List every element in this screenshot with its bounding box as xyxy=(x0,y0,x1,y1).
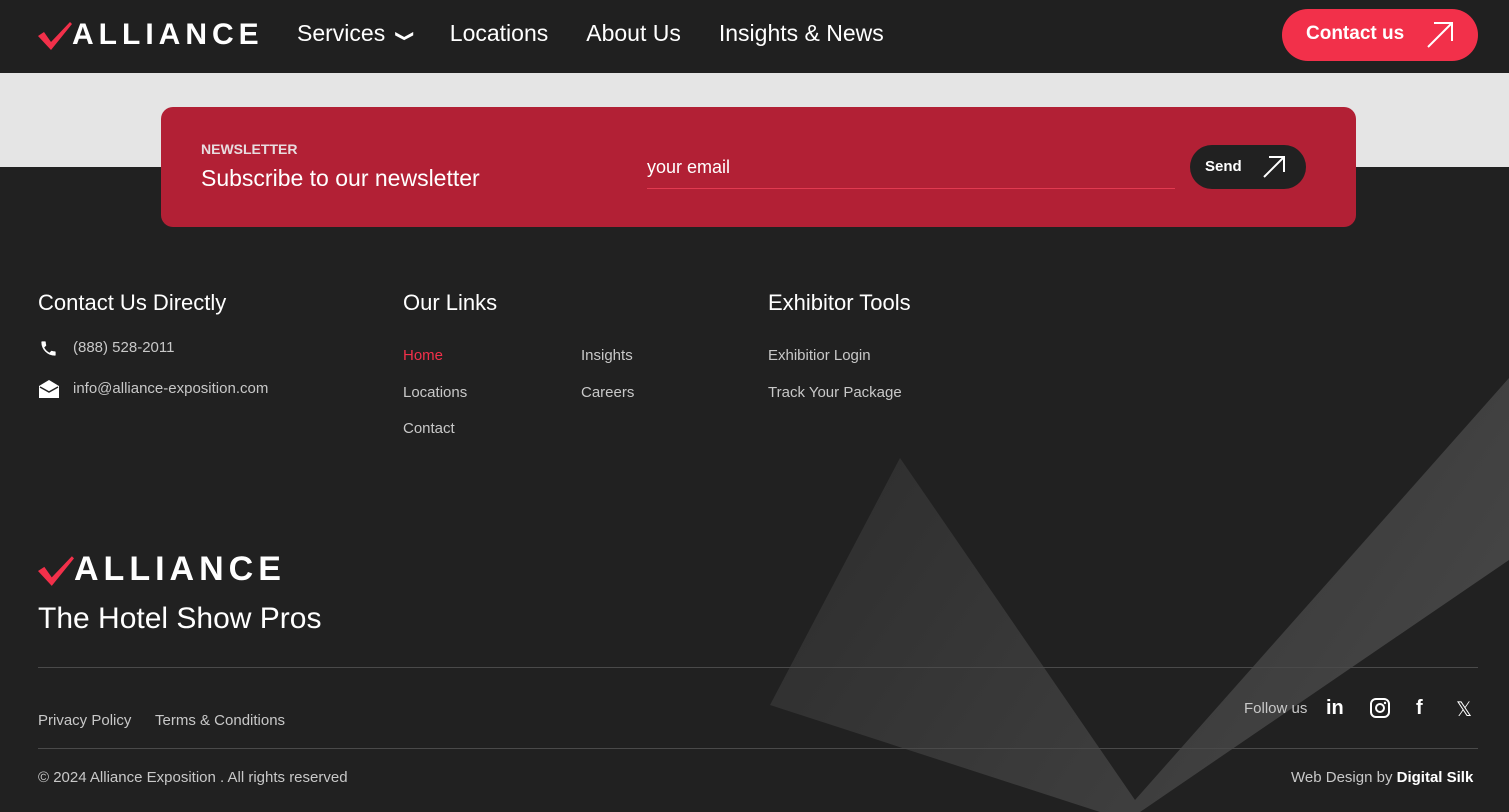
privacy-link[interactable]: Privacy Policy xyxy=(38,712,131,729)
mail-icon xyxy=(39,380,59,398)
logo-text: ALLIANCE xyxy=(72,18,264,51)
nav-about[interactable]: About Us xyxy=(586,20,681,47)
link-exhibitor-login[interactable]: Exhibitior Login xyxy=(768,347,871,364)
newsletter-label: NEWSLETTER xyxy=(201,141,298,157)
phone-icon xyxy=(41,341,56,356)
contact-us-button[interactable]: Contact us xyxy=(1282,9,1478,61)
chevron-down-icon: ❯ xyxy=(394,29,416,43)
credit-prefix: Web Design by xyxy=(1291,769,1393,786)
nav-locations[interactable]: Locations xyxy=(450,20,548,47)
contact-us-label: Contact us xyxy=(1306,23,1405,44)
link-locations[interactable]: Locations xyxy=(403,384,467,401)
divider xyxy=(38,667,1478,668)
follow-label: Follow us xyxy=(1244,700,1308,717)
credit: Web Design by Digital Silk xyxy=(1291,769,1473,786)
email-link[interactable]: info@alliance-exposition.com xyxy=(73,380,268,397)
nav-services[interactable]: Services ❯ xyxy=(297,20,415,47)
linkedin-icon[interactable]: in xyxy=(1326,697,1344,720)
credit-link[interactable]: Digital Silk xyxy=(1397,769,1474,786)
link-track-package[interactable]: Track Your Package xyxy=(768,384,902,401)
link-contact[interactable]: Contact xyxy=(403,420,455,437)
logo[interactable]: ALLIANCE xyxy=(38,18,264,52)
newsletter-title: Subscribe to our newsletter xyxy=(201,165,480,191)
tagline: The Hotel Show Pros xyxy=(38,602,322,635)
arrow-up-right-icon xyxy=(1427,22,1453,48)
newsletter-box: NEWSLETTER Subscribe to our newsletter S… xyxy=(161,107,1356,227)
facebook-icon[interactable]: f xyxy=(1416,697,1423,720)
footer-logo[interactable]: ALLIANCE xyxy=(38,550,286,589)
divider xyxy=(38,748,1478,749)
copyright: © 2024 Alliance Exposition . All rights … xyxy=(38,769,348,786)
nav-insights[interactable]: Insights & News xyxy=(719,20,884,47)
link-insights[interactable]: Insights xyxy=(581,347,633,364)
checkmark-icon xyxy=(38,22,72,50)
terms-link[interactable]: Terms & Conditions xyxy=(155,712,285,729)
site-header: ALLIANCE Services ❯ Locations About Us In… xyxy=(0,0,1509,73)
links-title: Our Links xyxy=(403,290,498,315)
checkmark-icon xyxy=(38,555,74,586)
logo-text: ALLIANCE xyxy=(74,550,286,588)
arrow-up-right-icon xyxy=(1263,156,1285,178)
tools-title: Exhibitor Tools xyxy=(768,290,911,315)
link-careers[interactable]: Careers xyxy=(581,384,634,401)
send-label: Send xyxy=(1205,158,1242,175)
main-nav: Services ❯ Locations About Us Insights & … xyxy=(297,20,884,47)
link-home[interactable]: Home xyxy=(403,347,443,364)
nav-label: Services xyxy=(297,20,386,46)
contact-title: Contact Us Directly xyxy=(38,290,227,315)
instagram-icon[interactable] xyxy=(1370,698,1390,718)
email-input[interactable] xyxy=(647,147,1175,189)
phone-link[interactable]: (888) 528-2011 xyxy=(73,339,174,356)
send-button[interactable]: Send xyxy=(1190,145,1306,189)
x-icon[interactable]: 𝕏 xyxy=(1456,697,1472,722)
